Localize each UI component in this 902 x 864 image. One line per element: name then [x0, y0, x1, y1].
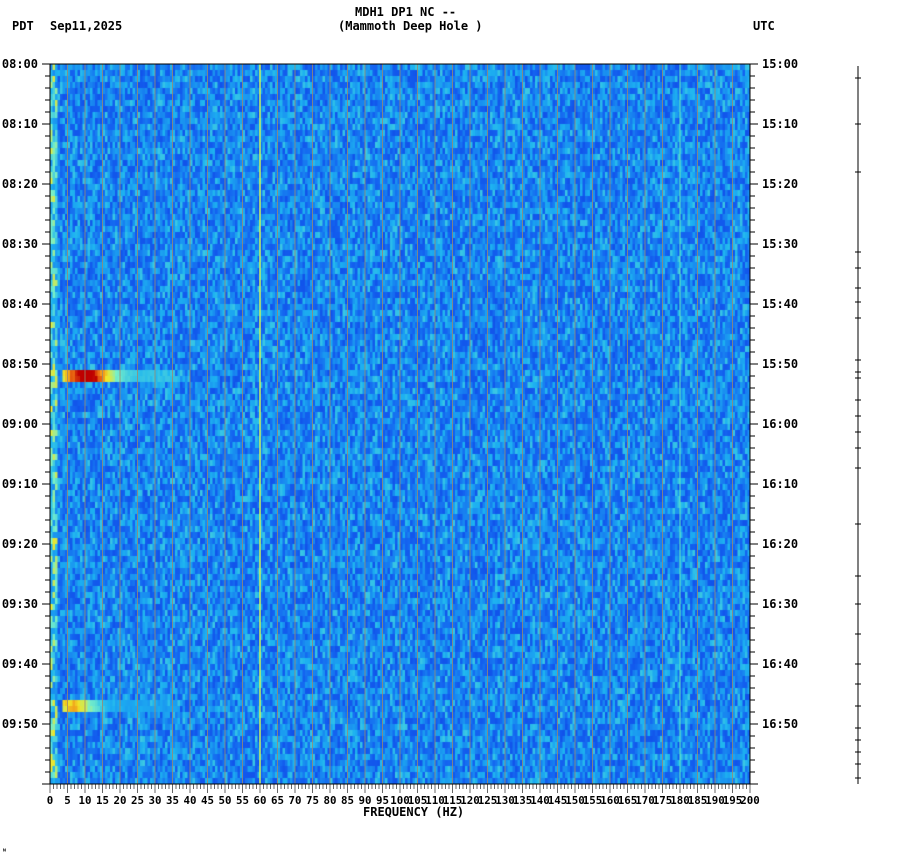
x-tick-label: 80 [324, 794, 337, 807]
x-tick-label: 85 [341, 794, 354, 807]
y-tick-label-utc: 16:40 [762, 657, 798, 671]
y-tick-label-local: 08:20 [2, 177, 38, 191]
x-tick-label: 30 [149, 794, 162, 807]
x-tick-label: 45 [201, 794, 214, 807]
y-tick-label-utc: 16:20 [762, 537, 798, 551]
x-tick-label: 5 [64, 794, 71, 807]
y-tick-label-local: 09:40 [2, 657, 38, 671]
x-tick-label: 65 [271, 794, 284, 807]
x-tick-label: 0 [47, 794, 54, 807]
x-tick-label: 50 [219, 794, 232, 807]
x-tick-label: 75 [306, 794, 319, 807]
y-tick-label-local: 08:30 [2, 237, 38, 251]
y-tick-label-utc: 15:30 [762, 237, 798, 251]
y-tick-label-local: 08:10 [2, 117, 38, 131]
x-tick-label: 40 [184, 794, 197, 807]
y-tick-label-utc: 15:10 [762, 117, 798, 131]
y-tick-label-utc: 15:00 [762, 57, 798, 71]
y-tick-label-utc: 15:50 [762, 357, 798, 371]
y-tick-label-utc: 16:50 [762, 717, 798, 731]
y-tick-label-local: 09:30 [2, 597, 38, 611]
x-tick-label: 55 [236, 794, 249, 807]
y-tick-label-utc: 16:10 [762, 477, 798, 491]
y-tick-label-local: 09:10 [2, 477, 38, 491]
y-tick-label-local: 09:50 [2, 717, 38, 731]
axes-overlay: 08:00 08:10 08:20 08:30 08:40 08:50 09:00 09:10… [2, 57, 861, 807]
x-tick-label: 15 [96, 794, 109, 807]
x-tick-label: 200 [740, 794, 760, 807]
x-tick-label: 35 [166, 794, 179, 807]
footer-mark: ᴺ [2, 847, 7, 856]
x-tick-label: 10 [79, 794, 92, 807]
y-tick-label-local: 08:50 [2, 357, 38, 371]
y-tick-label-local: 09:20 [2, 537, 38, 551]
y-tick-label-local: 09:00 [2, 417, 38, 431]
y-tick-label-local: 08:00 [2, 57, 38, 71]
y-tick-label-local: 08:40 [2, 297, 38, 311]
x-tick-label: 25 [131, 794, 144, 807]
y-tick-label-utc: 15:40 [762, 297, 798, 311]
y-tick-label-utc: 15:20 [762, 177, 798, 191]
x-axis-label: FREQUENCY (HZ) [363, 805, 465, 819]
y-tick-label-utc: 16:30 [762, 597, 798, 611]
x-tick-label: 60 [254, 794, 267, 807]
x-tick-label: 20 [114, 794, 127, 807]
x-tick-label: 70 [289, 794, 302, 807]
y-tick-label-utc: 16:00 [762, 417, 798, 431]
